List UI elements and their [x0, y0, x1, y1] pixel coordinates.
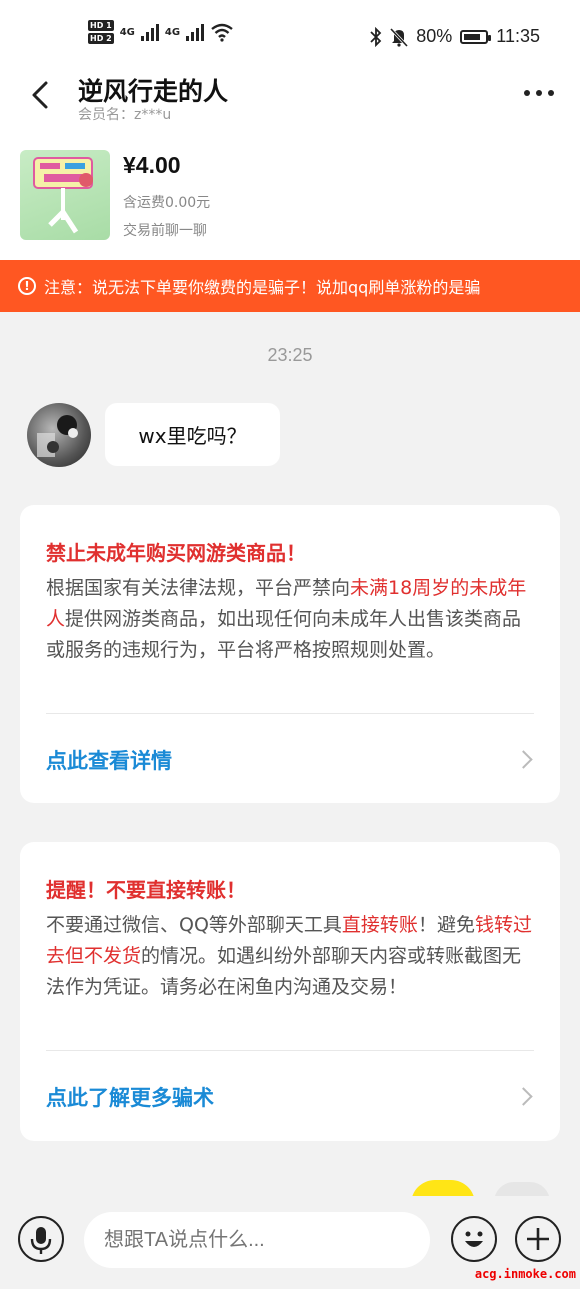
card-title: 提醒！不要直接转账！ — [46, 878, 246, 902]
mute-bell-icon — [390, 27, 409, 47]
product-image — [20, 150, 110, 240]
chat-header: 逆风行走的人 会员名：z***u — [0, 70, 580, 138]
hd2-badge: HD 2 — [88, 33, 114, 44]
card-body-text: ！避免 — [417, 914, 475, 936]
warning-notice-bar: ! 注意：说无法下单要你缴费的是骗子！说加qq刷单涨粉的是骗 — [0, 260, 580, 312]
product-card[interactable]: ¥4.00 含运费0.00元 交易前聊一聊 — [0, 138, 580, 260]
wifi-icon — [211, 23, 233, 42]
avatar-image — [37, 415, 78, 457]
avatar[interactable] — [27, 403, 91, 467]
battery-icon — [460, 29, 492, 44]
emoji-icon — [465, 1231, 483, 1247]
message-timestamp: 23:25 — [267, 345, 313, 365]
bluetooth-icon — [370, 26, 382, 47]
back-arrow-icon[interactable] — [26, 80, 56, 110]
member-name: 会员名：z***u — [78, 107, 172, 123]
chevron-right-icon[interactable] — [514, 750, 533, 769]
warning-notice-text: 注意：说无法下单要你缴费的是骗子！说加qq刷单涨粉的是骗 — [44, 278, 481, 297]
card-body-text: 提供网游类商品，如出现任何向未成年人出售该类商品或服务的违规行为，平台将严格按照… — [46, 608, 522, 661]
view-details-link[interactable]: 点此查看详情 — [46, 745, 172, 775]
card-title: 禁止未成年购买网游类商品！ — [46, 541, 306, 565]
card-body: 根据国家有关法律法规，平台严禁向未满18周岁的未成年人提供网游类商品，如出现任何… — [46, 573, 538, 666]
network-type-1: 4G — [119, 26, 135, 38]
transfer-warning-card: 提醒！不要直接转账！ 不要通过微信、QQ等外部聊天工具直接转账！避免钱转过去但不… — [20, 842, 560, 1141]
card-body-text: 不要通过微信、QQ等外部聊天工具 — [46, 914, 342, 936]
minor-purchase-warning-card: 禁止未成年购买网游类商品！ 根据国家有关法律法规，平台严禁向未满18周岁的未成年… — [20, 505, 560, 803]
shipping-fee: 含运费0.00元 — [123, 195, 211, 211]
chevron-right-icon[interactable] — [514, 1087, 533, 1106]
battery-percent: 80% — [416, 26, 453, 46]
more-scams-link[interactable]: 点此了解更多骗术 — [46, 1082, 214, 1112]
watermark-text: acg.inmoke.com — [474, 1267, 576, 1281]
chat-note: 交易前聊一聊 — [123, 223, 207, 239]
divider — [46, 713, 534, 714]
hd-icons: HD 1 HD 2 — [88, 20, 114, 44]
signal-icon — [140, 23, 159, 41]
card-body-highlight: 直接转账 — [341, 914, 418, 936]
received-message-bubble[interactable]: wx里吃吗？ — [105, 403, 280, 466]
status-right: 80% 11:35 — [370, 26, 540, 47]
microphone-icon — [30, 1227, 52, 1254]
card-body-text: 根据国家有关法律法规，平台严禁向 — [46, 577, 351, 599]
product-price: ¥4.00 — [123, 152, 181, 178]
hd1-badge: HD 1 — [88, 20, 114, 31]
card-body: 不要通过微信、QQ等外部聊天工具直接转账！避免钱转过去但不发货的情况。如遇纠纷外… — [46, 910, 538, 1003]
signal-icon — [186, 23, 205, 41]
add-attachment-button[interactable] — [515, 1216, 561, 1262]
network-indicators: HD 1 HD 2 4G 4G — [88, 20, 234, 44]
product-illustration — [33, 157, 93, 234]
divider — [46, 1050, 534, 1051]
network-type-2: 4G — [164, 26, 181, 38]
status-bar: HD 1 HD 2 4G 4G 80% 11:35 — [0, 0, 580, 70]
page-title: 逆风行走的人 — [78, 77, 229, 106]
clock: 11:35 — [496, 26, 540, 46]
message-input[interactable] — [84, 1212, 430, 1268]
plus-icon — [527, 1228, 549, 1250]
more-options-icon[interactable] — [524, 90, 554, 96]
alert-icon: ! — [18, 277, 36, 295]
voice-input-button[interactable] — [18, 1216, 64, 1262]
emoji-button[interactable] — [451, 1216, 497, 1262]
